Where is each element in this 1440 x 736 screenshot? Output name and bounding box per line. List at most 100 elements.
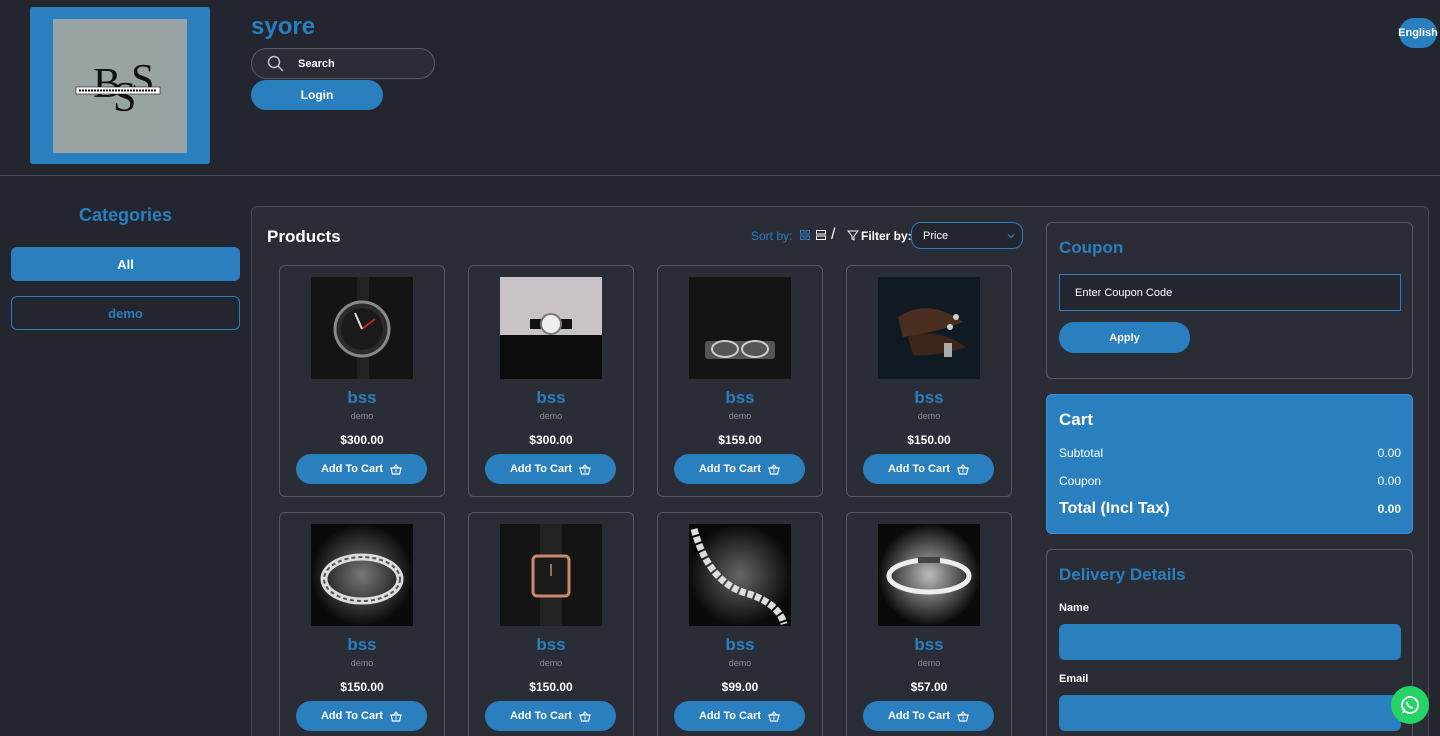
- coupon-discount-value: 0.00: [1377, 474, 1401, 488]
- add-to-cart-label: Add To Cart: [509, 463, 573, 475]
- store-logo[interactable]: B S S: [30, 7, 210, 164]
- category-all-button[interactable]: All: [11, 247, 240, 281]
- cart-title: Cart: [1059, 410, 1094, 429]
- basket-icon: [957, 710, 969, 722]
- add-to-cart-button[interactable]: Add To Cart: [863, 701, 994, 731]
- product-price: $57.00: [910, 680, 948, 694]
- product-card[interactable]: bss demo $150.00 Add To Cart: [846, 265, 1012, 497]
- svg-text:S: S: [131, 57, 154, 103]
- product-card[interactable]: bss demo $57.00 Add To Cart: [846, 512, 1012, 736]
- product-name[interactable]: bss: [658, 388, 822, 408]
- filter-select[interactable]: Price: [911, 222, 1023, 249]
- product-price: $300.00: [529, 433, 573, 447]
- product-price: $150.00: [907, 433, 951, 447]
- add-to-cart-label: Add To Cart: [887, 710, 951, 722]
- divider-slash-icon: /: [831, 226, 836, 243]
- add-to-cart-label: Add To Cart: [698, 463, 762, 475]
- delivery-title: Delivery Details: [1059, 565, 1186, 584]
- products-title: Products: [267, 227, 341, 246]
- filter-label: Filter by:: [861, 229, 912, 243]
- basket-icon: [957, 463, 969, 475]
- filter-select-value: Price: [923, 230, 949, 242]
- product-name[interactable]: bss: [469, 388, 633, 408]
- grid-view-icon[interactable]: [800, 230, 810, 240]
- product-category: demo: [350, 658, 374, 668]
- product-card[interactable]: bss demo $150.00 Add To Cart: [279, 512, 445, 736]
- add-to-cart-button[interactable]: Add To Cart: [863, 454, 994, 484]
- coupon-panel: Coupon Enter Coupon Code Apply: [1046, 222, 1413, 379]
- add-to-cart-button[interactable]: Add To Cart: [674, 701, 805, 731]
- product-card[interactable]: bss demo $159.00 Add To Cart: [657, 265, 823, 497]
- product-price: $300.00: [340, 433, 384, 447]
- add-to-cart-button[interactable]: Add To Cart: [674, 454, 805, 484]
- cart-panel: Cart Subtotal 0.00 Coupon 0.00 Total (In…: [1046, 394, 1413, 534]
- product-category: demo: [917, 658, 941, 668]
- product-category: demo: [350, 411, 374, 421]
- product-category: demo: [728, 411, 752, 421]
- product-name[interactable]: bss: [847, 635, 1011, 655]
- basket-icon: [579, 710, 591, 722]
- add-to-cart-button[interactable]: Add To Cart: [485, 454, 616, 484]
- product-card[interactable]: bss demo $99.00 Add To Cart: [657, 512, 823, 736]
- store-name: syore: [251, 13, 316, 40]
- search-input[interactable]: Search: [251, 48, 435, 79]
- add-to-cart-label: Add To Cart: [887, 463, 951, 475]
- name-label: Name: [1059, 602, 1089, 614]
- sort-label: Sort by:: [751, 229, 793, 243]
- add-to-cart-label: Add To Cart: [320, 710, 384, 722]
- total-label: Total (Incl Tax): [1059, 500, 1170, 517]
- logo-image: B S S: [53, 19, 187, 153]
- add-to-cart-label: Add To Cart: [320, 463, 384, 475]
- product-price: $150.00: [529, 680, 573, 694]
- add-to-cart-button[interactable]: Add To Cart: [485, 701, 616, 731]
- search-placeholder: Search: [298, 58, 335, 70]
- product-name[interactable]: bss: [280, 635, 444, 655]
- add-to-cart-label: Add To Cart: [698, 710, 762, 722]
- category-demo-button[interactable]: demo: [11, 296, 240, 330]
- whatsapp-icon: [1401, 696, 1419, 714]
- product-image[interactable]: [500, 524, 602, 626]
- add-to-cart-button[interactable]: Add To Cart: [296, 454, 427, 484]
- chevron-down-icon: [1007, 234, 1015, 239]
- delivery-panel: Delivery Details Name Email: [1046, 549, 1413, 736]
- basket-icon: [768, 710, 780, 722]
- login-button[interactable]: Login: [251, 80, 383, 110]
- apply-coupon-button[interactable]: Apply: [1059, 322, 1190, 353]
- add-to-cart-button[interactable]: Add To Cart: [296, 701, 427, 731]
- list-view-icon[interactable]: [816, 230, 826, 240]
- cart-subtotal-row: Subtotal 0.00: [1059, 446, 1401, 460]
- product-image[interactable]: [689, 524, 791, 626]
- product-card[interactable]: bss demo $300.00 Add To Cart: [468, 265, 634, 497]
- product-price: $99.00: [721, 680, 759, 694]
- product-name[interactable]: bss: [847, 388, 1011, 408]
- subtotal-label: Subtotal: [1059, 446, 1104, 460]
- add-to-cart-label: Add To Cart: [509, 710, 573, 722]
- basket-icon: [390, 463, 402, 475]
- coupon-code-input[interactable]: Enter Coupon Code: [1059, 274, 1401, 311]
- language-button[interactable]: English: [1398, 18, 1438, 48]
- product-image[interactable]: [878, 524, 980, 626]
- product-category: demo: [917, 411, 941, 421]
- basket-icon: [768, 463, 780, 475]
- product-name[interactable]: bss: [280, 388, 444, 408]
- total-value: 0.00: [1377, 502, 1401, 516]
- email-field[interactable]: [1059, 695, 1401, 731]
- basket-icon: [579, 463, 591, 475]
- whatsapp-button[interactable]: [1391, 686, 1429, 724]
- product-name[interactable]: bss: [469, 635, 633, 655]
- product-image[interactable]: [311, 277, 413, 379]
- email-label: Email: [1059, 673, 1089, 685]
- product-image[interactable]: [500, 277, 602, 379]
- product-category: demo: [728, 658, 752, 668]
- basket-icon: [390, 710, 402, 722]
- product-image[interactable]: [311, 524, 413, 626]
- name-field[interactable]: [1059, 624, 1401, 660]
- cart-coupon-row: Coupon 0.00: [1059, 474, 1401, 488]
- product-price: $150.00: [340, 680, 384, 694]
- product-card[interactable]: bss demo $150.00 Add To Cart: [468, 512, 634, 736]
- product-name[interactable]: bss: [658, 635, 822, 655]
- product-image[interactable]: [689, 277, 791, 379]
- product-price: $159.00: [718, 433, 762, 447]
- product-card[interactable]: bss demo $300.00 Add To Cart: [279, 265, 445, 497]
- product-image[interactable]: [878, 277, 980, 379]
